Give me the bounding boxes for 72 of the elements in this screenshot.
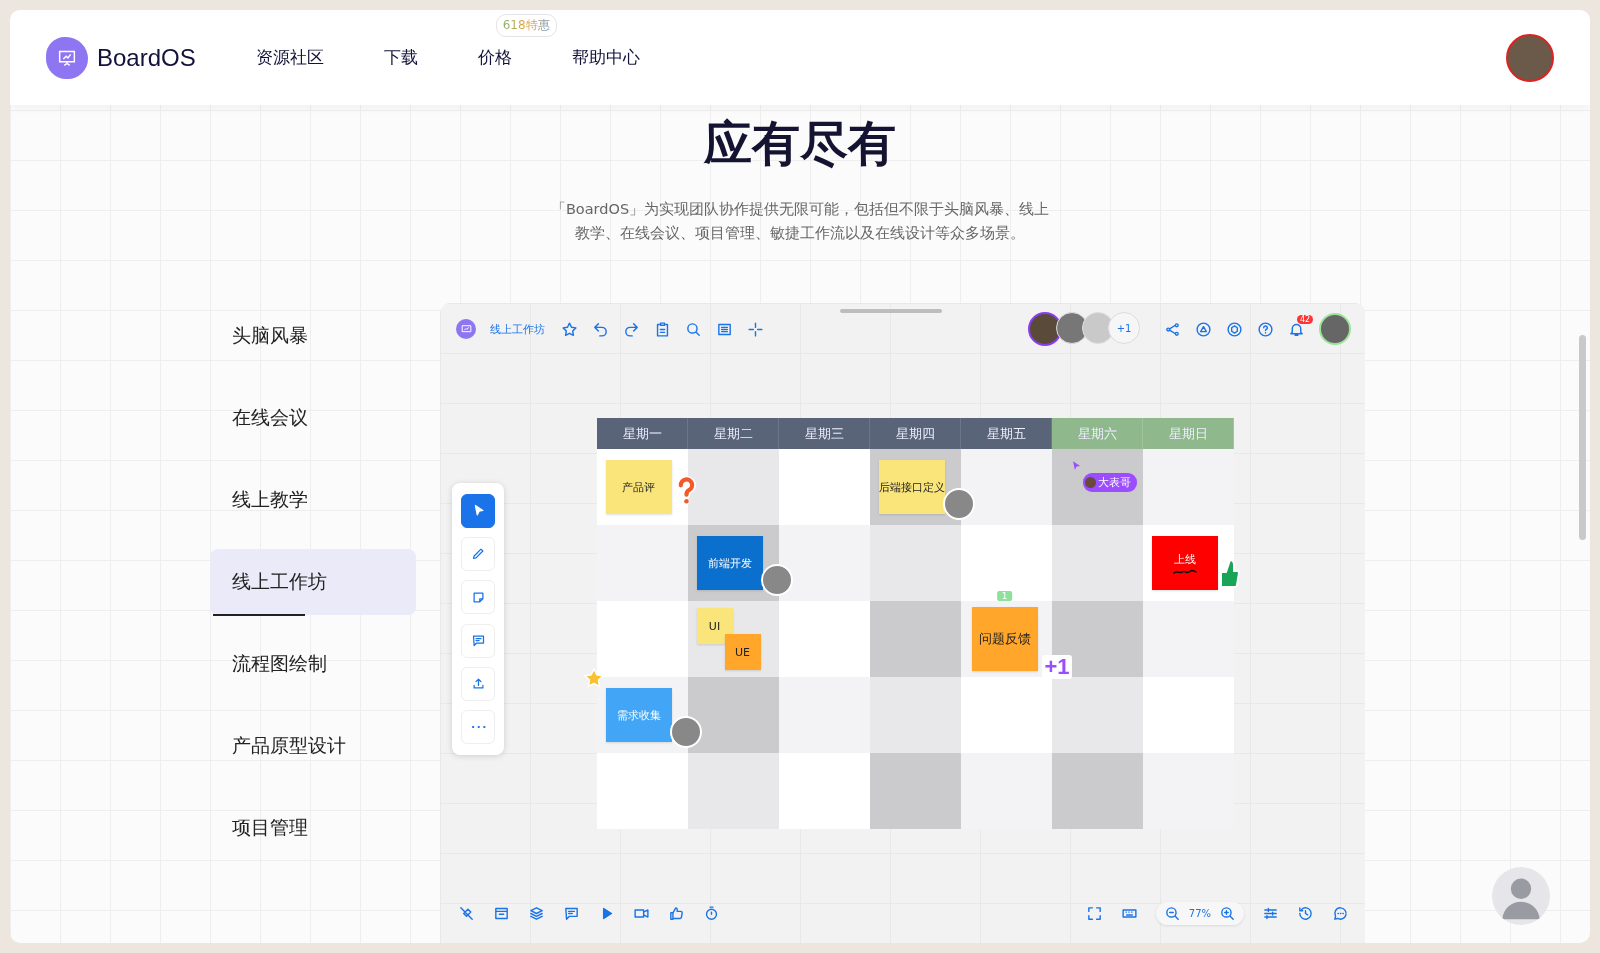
sticky-note[interactable]: 问题反馈 <box>971 607 1038 671</box>
scene-tab[interactable]: 在线会议 <box>210 385 416 451</box>
user-avatar[interactable] <box>1506 33 1554 82</box>
day-header: 星期五 <box>961 418 1052 449</box>
collaborator-tag: 大表哥 <box>1082 472 1137 492</box>
sticky-note[interactable]: 上线 <box>1151 536 1218 590</box>
squiggle-drawing <box>1171 568 1198 575</box>
star-icon[interactable] <box>561 320 578 338</box>
zoom-level[interactable]: 77% <box>1188 907 1211 919</box>
timer-icon[interactable] <box>703 904 720 922</box>
member-count[interactable]: +1 <box>1108 312 1140 344</box>
note-text: 产品评 <box>622 479 655 495</box>
tool-button[interactable] <box>461 493 495 528</box>
scene-tab[interactable]: 线上教学 <box>210 467 416 533</box>
pencil-icon <box>470 546 486 562</box>
logo-text[interactable]: BoardOS <box>97 43 196 72</box>
note-text: 后端接口定义 <box>878 479 945 495</box>
scene-tab[interactable]: 流程图绘制 <box>210 631 416 697</box>
scene-tab[interactable]: 项目管理 <box>210 795 416 861</box>
sticky-note[interactable]: 产品评 <box>605 460 672 514</box>
board-logo-icon[interactable] <box>456 319 476 339</box>
comment-count: 1 <box>996 591 1013 601</box>
scene-tab[interactable]: 线上工作坊 <box>210 549 416 615</box>
fullscreen-icon[interactable] <box>1085 904 1103 922</box>
note-text: 前端开发 <box>707 555 752 571</box>
section-title: 应有尽有 <box>703 114 897 173</box>
sticky-note[interactable]: 后端接口定义 <box>878 460 945 514</box>
promo-badge: 618特惠 <box>495 14 557 37</box>
search-icon[interactable] <box>685 320 702 338</box>
note-text: 问题反馈 <box>978 630 1031 648</box>
share-icon[interactable] <box>1164 320 1181 338</box>
thumbs-up-icon[interactable] <box>668 904 685 922</box>
note-text: 需求收集 <box>616 707 661 723</box>
chat-icon[interactable] <box>1332 904 1349 922</box>
scrollbar-thumb[interactable] <box>1579 335 1586 540</box>
note-text: 上线 <box>1173 551 1196 567</box>
sticky-note-icon <box>470 589 486 605</box>
section-description: 「BoardOS」为实现团队协作提供无限可能，包括但不限于头脑风暴、线上 教学、在线会议、项目管理、敏捷工作流以及在线设计等众多场景。 <box>549 200 1051 243</box>
nav-link[interactable]: 价格 <box>477 47 512 67</box>
more-icon <box>470 725 486 730</box>
history-icon[interactable] <box>1297 904 1314 922</box>
vote-count-label: +1 <box>1042 655 1072 679</box>
undo-icon[interactable] <box>592 320 609 338</box>
scene-tab[interactable]: 头脑风暴 <box>210 303 416 369</box>
sticky-note[interactable]: 前端开发 <box>696 536 763 590</box>
board-title[interactable]: 线上工作坊 <box>490 321 545 337</box>
nav-link[interactable]: 下载 <box>383 47 418 67</box>
upload-icon <box>470 676 486 692</box>
sticky-note[interactable]: UI <box>696 608 733 644</box>
day-header: 星期六 <box>1052 418 1143 449</box>
nav-link[interactable]: 帮助中心 <box>571 47 640 67</box>
notification-badge: 42 <box>1297 314 1314 324</box>
logo-icon[interactable] <box>46 36 88 79</box>
note-text: UE <box>735 645 750 659</box>
zoom-out-icon[interactable] <box>1163 904 1181 922</box>
day-header: 星期一 <box>597 418 688 449</box>
day-header: 星期三 <box>779 418 870 449</box>
nav-link[interactable]: 资源社区 <box>255 47 324 67</box>
help-icon[interactable] <box>1257 320 1274 338</box>
scene-tab[interactable]: 产品原型设计 <box>210 713 416 779</box>
day-header: 星期二 <box>688 418 779 449</box>
day-header: 星期四 <box>870 418 961 449</box>
sticky-note[interactable]: UE <box>724 634 761 670</box>
zoom-in-icon[interactable] <box>1219 904 1236 922</box>
day-header: 星期日 <box>1143 418 1234 449</box>
member-avatar <box>1028 312 1062 346</box>
clipboard-icon[interactable] <box>654 320 671 338</box>
drag-handle[interactable] <box>840 309 942 313</box>
redo-icon[interactable] <box>623 320 640 338</box>
layers-icon[interactable] <box>528 904 545 922</box>
comment-icon <box>470 633 486 649</box>
note-text: UI <box>708 619 721 633</box>
